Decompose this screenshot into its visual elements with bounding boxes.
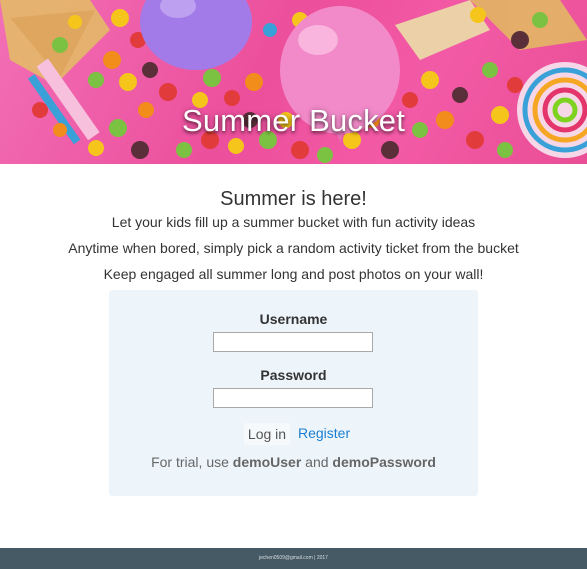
trial-prefix: For trial, use	[151, 454, 229, 470]
login-button[interactable]: Log in	[244, 423, 290, 445]
password-label: Password	[260, 367, 327, 383]
intro-line-1: Let your kids fill up a summer bucket wi…	[111, 214, 476, 230]
intro-section: Summer is here! Let your kids fill up a …	[0, 187, 587, 282]
intro-heading: Summer is here!	[220, 188, 367, 210]
username-label: Username	[259, 311, 328, 327]
footer-text: jechen0509@gmail.com | 2017	[259, 555, 328, 561]
trial-username: demoUser	[232, 454, 302, 470]
password-input[interactable]	[213, 388, 373, 408]
username-input[interactable]	[213, 332, 373, 352]
header-banner: Summer Bucket	[0, 0, 587, 164]
balloon-purple	[140, 0, 252, 70]
banner-title: Summer Bucket	[181, 103, 406, 138]
trial-and: and	[305, 454, 329, 470]
intro-line-3: Keep engaged all summer long and post ph…	[103, 266, 484, 282]
candy-background-image	[0, 0, 587, 163]
login-form: Username Password Log in Register For tr…	[109, 290, 478, 496]
register-link[interactable]: Register	[298, 425, 350, 441]
trial-hint: For trial, use demoUser and demoPassword	[109, 454, 478, 470]
intro-line-2: Anytime when bored, simply pick a random…	[68, 240, 519, 256]
waffle-cone-right	[395, 0, 587, 60]
trial-password: demoPassword	[332, 454, 436, 470]
footer: jechen0509@gmail.com | 2017	[0, 548, 587, 569]
